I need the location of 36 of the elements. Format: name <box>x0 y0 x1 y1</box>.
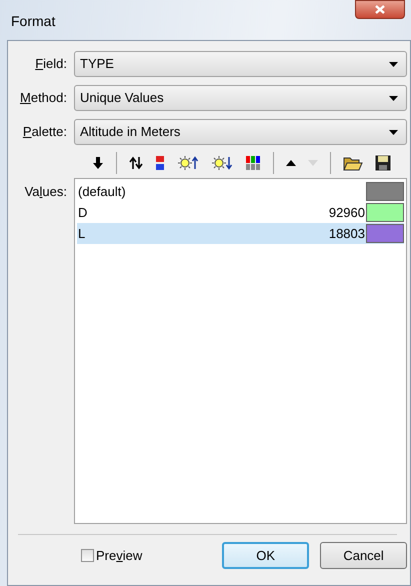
palette-icon[interactable] <box>155 155 165 171</box>
close-button[interactable] <box>355 0 405 19</box>
color-swatch[interactable] <box>366 224 404 243</box>
window-title: Format <box>11 12 56 31</box>
color-swatch[interactable] <box>366 182 404 201</box>
value-row[interactable]: L 18803 <box>77 223 404 244</box>
values-label: Values: <box>24 183 68 201</box>
preview-checkbox[interactable]: Preview <box>81 546 212 566</box>
value-count: 18803 <box>328 224 366 243</box>
value-row[interactable]: (default) <box>77 181 404 202</box>
dropdown[interactable]: TYPE <box>74 51 407 77</box>
value-name: (default) <box>78 182 127 201</box>
color-bars-icon[interactable] <box>245 155 261 171</box>
dropdown[interactable]: Altitude in Meters <box>74 119 407 145</box>
color-swatch[interactable] <box>366 203 404 222</box>
up-triangle-icon[interactable] <box>286 160 296 166</box>
dropdown-arrow-icon <box>389 130 398 134</box>
field-label: Method: <box>19 89 68 108</box>
down-arrow-icon[interactable] <box>92 156 104 170</box>
value-row[interactable]: D 92960 <box>77 202 404 223</box>
dropdown-arrow-icon <box>389 62 398 66</box>
field-label: Field: <box>34 55 68 74</box>
dropdown[interactable]: Unique Values <box>74 85 407 111</box>
value-name: L <box>78 224 86 243</box>
sun-down-arrow-icon[interactable] <box>211 155 233 171</box>
save-icon[interactable] <box>375 155 391 171</box>
dropdown-arrow-icon <box>389 96 398 100</box>
folder-icon[interactable] <box>343 155 363 171</box>
field-label: Palette: <box>22 123 68 142</box>
cancel-button[interactable]: Cancel <box>320 542 407 569</box>
close-icon <box>375 5 385 14</box>
value-count: 92960 <box>328 204 366 222</box>
ok-button[interactable]: OK <box>222 542 310 569</box>
value-name: D <box>78 204 88 222</box>
sun-up-arrow-icon[interactable] <box>177 155 199 171</box>
swap-icon[interactable] <box>129 155 143 171</box>
